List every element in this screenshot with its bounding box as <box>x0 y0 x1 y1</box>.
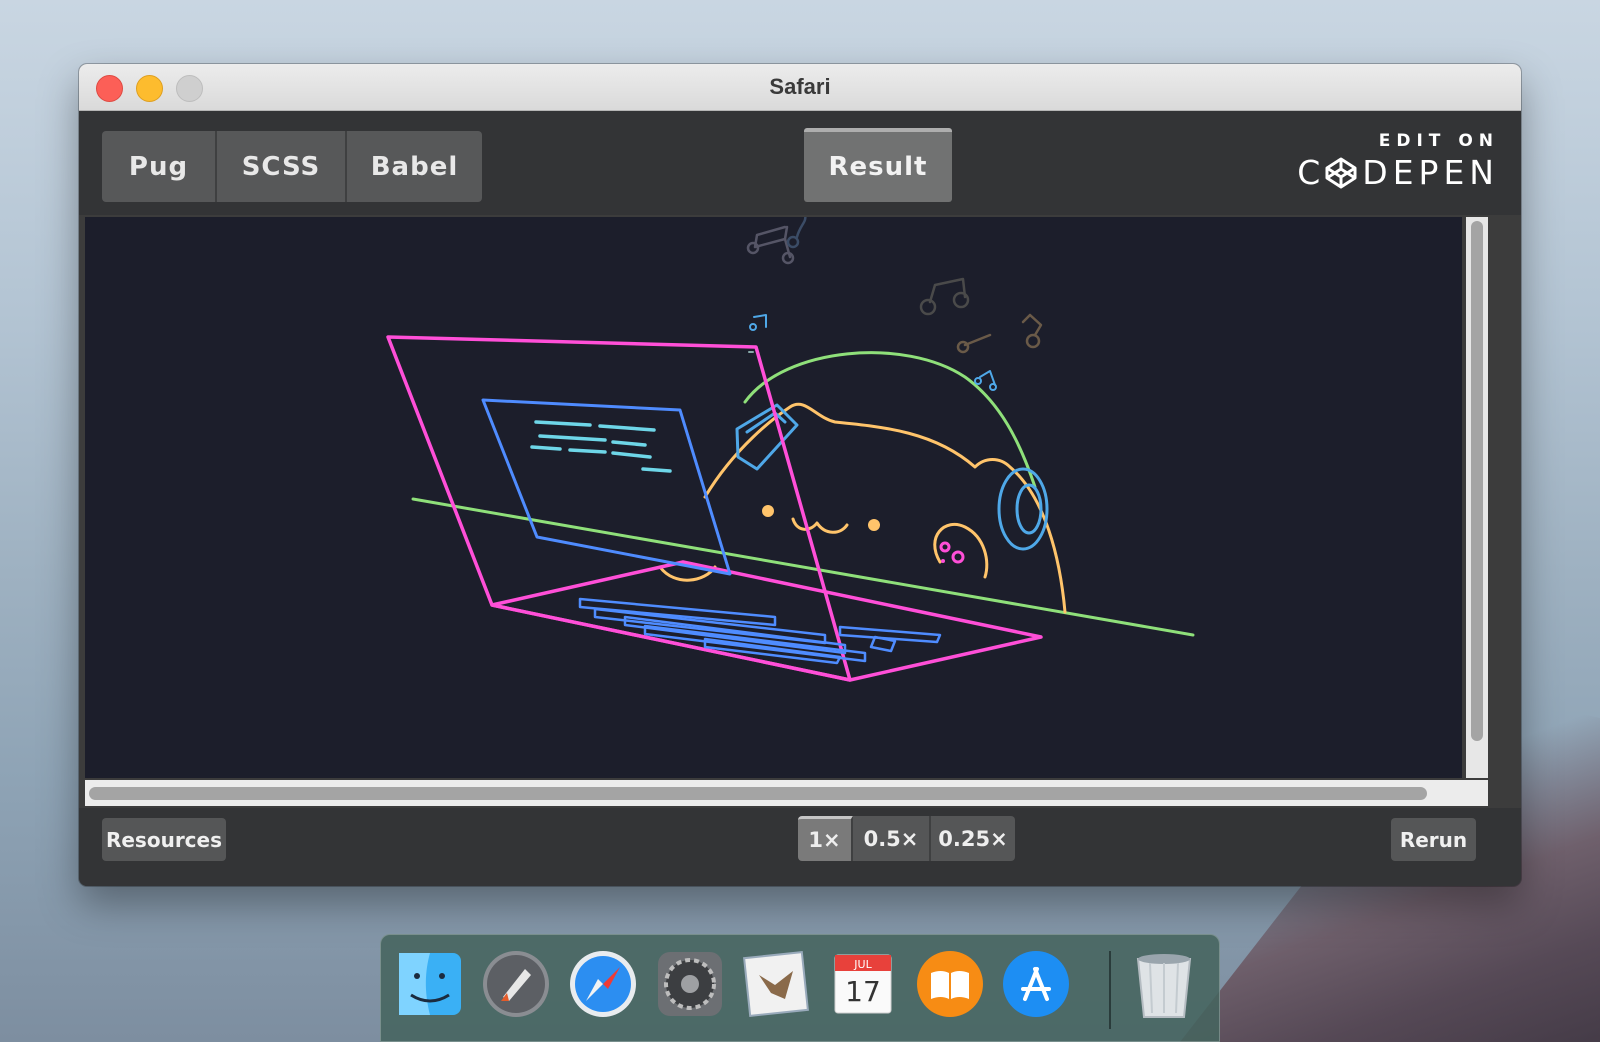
cat-eye-right <box>868 519 880 531</box>
editor-tab-group: Pug SCSS Babel <box>102 131 482 202</box>
books-icon[interactable] <box>913 947 987 1021</box>
editor-toolbar: Pug SCSS Babel Result EDIT ON C DEPEN <box>79 111 1521 215</box>
laptop-lid <box>386 335 852 682</box>
trash-icon[interactable] <box>1127 947 1201 1021</box>
mail-icon[interactable] <box>739 947 813 1021</box>
horizontal-scrollbar[interactable] <box>85 780 1488 806</box>
edit-on-codepen-link[interactable]: EDIT ON C DEPEN <box>1297 131 1499 192</box>
calendar-icon[interactable]: JUL 17 <box>825 947 899 1021</box>
rerun-button[interactable]: Rerun <box>1391 818 1476 861</box>
code-lines <box>530 420 672 473</box>
zoom-selector: 1× 0.5× 0.25× <box>798 816 1015 861</box>
dock: JUL 17 <box>380 934 1220 1042</box>
cat-mouth <box>791 517 849 534</box>
zoom-1x-button[interactable]: 1× <box>798 816 853 861</box>
finder-icon[interactable] <box>393 947 467 1021</box>
app-store-icon[interactable] <box>999 947 1073 1021</box>
codepen-logo: C DEPEN <box>1297 153 1499 192</box>
tab-babel[interactable]: Babel <box>347 131 482 202</box>
laptop-base <box>490 560 1043 682</box>
cat-laptop-illustration <box>386 217 1195 682</box>
safari-icon[interactable] <box>566 947 640 1021</box>
tab-pug[interactable]: Pug <box>102 131 217 202</box>
result-preview[interactable] <box>85 217 1462 778</box>
zoom-0-5x-button[interactable]: 0.5× <box>853 816 931 861</box>
horizontal-scroll-thumb[interactable] <box>89 787 1427 800</box>
codepen-cube-icon <box>1325 157 1357 188</box>
cat-eye-left <box>762 505 774 517</box>
music-notes <box>746 217 1043 391</box>
zoom-0-25x-button[interactable]: 0.25× <box>931 816 1015 861</box>
window-title: Safari <box>769 74 831 99</box>
vertical-scroll-thumb[interactable] <box>1471 221 1483 741</box>
tab-result[interactable]: Result <box>804 128 952 202</box>
tab-scss[interactable]: SCSS <box>217 131 347 202</box>
svg-text:17: 17 <box>845 975 881 1008</box>
launchpad-icon[interactable] <box>479 947 553 1021</box>
system-preferences-icon[interactable] <box>653 947 727 1021</box>
footer-toolbar: Resources 1× 0.5× 0.25× Rerun <box>79 808 1521 886</box>
svg-text:JUL: JUL <box>853 958 872 971</box>
laptop-keyboard <box>578 597 942 665</box>
safari-window: Safari Pug SCSS Babel Result EDIT ON C D… <box>79 64 1521 886</box>
vertical-scrollbar[interactable] <box>1466 217 1488 778</box>
dock-separator <box>1109 951 1111 1029</box>
title-bar[interactable]: Safari <box>79 64 1521 111</box>
edit-on-label: EDIT ON <box>1378 131 1499 151</box>
resources-button[interactable]: Resources <box>102 818 226 861</box>
